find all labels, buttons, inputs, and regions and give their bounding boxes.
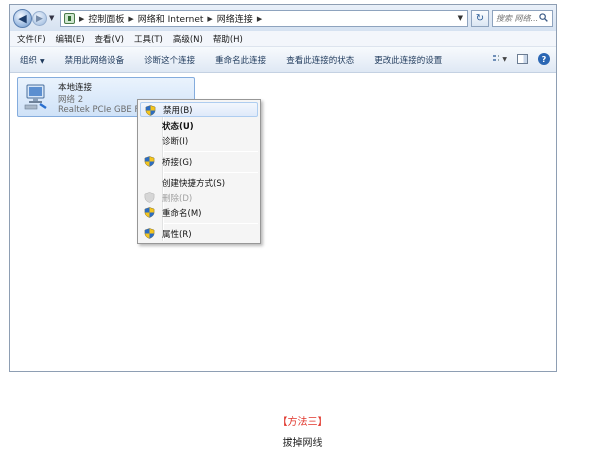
ctx-bridge[interactable]: 桥接(G)	[140, 154, 258, 169]
refresh-icon: ↻	[475, 13, 485, 24]
breadcrumb-network-connections[interactable]: 网络连接	[217, 12, 253, 25]
file-list-area[interactable]: 本地连接 网络 2 Realtek PCIe GBE Fa	[10, 73, 556, 371]
disable-device-button[interactable]: 禁用此网络设备	[65, 54, 125, 66]
view-status-button[interactable]: 查看此连接的状态	[286, 54, 354, 66]
ctx-status[interactable]: 状态(U)	[140, 118, 258, 133]
uac-shield-icon	[144, 192, 155, 203]
preview-pane-icon[interactable]	[517, 54, 528, 64]
ctx-disable-label: 禁用(B)	[163, 105, 193, 116]
menu-advanced[interactable]: 高级(N)	[173, 33, 203, 45]
context-menu: 禁用(B) 状态(U) 诊断(I) 桥接(G) 创建快捷方式(S) 删除(D) …	[137, 99, 261, 244]
rename-button[interactable]: 重命名此连接	[215, 54, 266, 66]
ctx-bridge-label: 桥接(G)	[162, 157, 193, 168]
breadcrumb-network-internet[interactable]: 网络和 Internet	[138, 12, 204, 25]
organize-label: 组织	[20, 55, 38, 66]
chevron-right-icon[interactable]: ▶	[128, 15, 133, 23]
ctx-status-label: 状态(U)	[162, 121, 194, 132]
chevron-right-icon[interactable]: ▶	[79, 15, 84, 23]
refresh-button[interactable]: ↻	[471, 10, 489, 27]
method-title: 【方法三】	[277, 417, 328, 428]
menu-view[interactable]: 查看(V)	[95, 33, 124, 45]
ctx-properties[interactable]: 属性(R)	[140, 226, 258, 241]
ctx-rename[interactable]: 重命名(M)	[140, 205, 258, 220]
method-text: 拔掉网线	[282, 438, 323, 449]
uac-shield-icon	[144, 228, 155, 239]
back-button[interactable]: ◀	[13, 9, 32, 28]
connection-network: 网络 2	[58, 95, 84, 105]
address-field[interactable]: ▶ 控制面板 ▶ 网络和 Internet ▶ 网络连接 ▶ ▼	[60, 10, 468, 27]
diagnose-button[interactable]: 诊断这个连接	[144, 54, 195, 66]
history-dropdown-icon[interactable]: ▼	[49, 14, 54, 22]
view-list-icon	[493, 54, 500, 64]
ctx-create-shortcut-label: 创建快捷方式(S)	[162, 178, 226, 189]
ctx-rename-label: 重命名(M)	[162, 208, 202, 219]
search-input[interactable]	[496, 14, 540, 23]
menu-file[interactable]: 文件(F)	[17, 33, 46, 45]
forward-button[interactable]: ▶	[32, 11, 47, 26]
chevron-down-icon: ▼	[40, 57, 45, 65]
menu-tools[interactable]: 工具(T)	[134, 33, 163, 45]
explorer-window: ◀ ▶ ▼ ▶ 控制面板 ▶ 网络和 Internet ▶ 网络连接 ▶ ▼ ↻…	[9, 4, 557, 372]
uac-shield-icon	[145, 105, 156, 116]
search-box[interactable]	[492, 10, 553, 27]
chevron-down-icon: ▼	[502, 55, 507, 63]
command-bar-tools: ▼ ?	[493, 53, 550, 65]
uac-shield-icon	[144, 207, 155, 218]
breadcrumb-control-panel[interactable]: 控制面板	[88, 12, 124, 25]
search-icon[interactable]	[539, 13, 548, 22]
control-panel-icon	[64, 13, 75, 24]
command-bar: 组织 ▼ 禁用此网络设备 诊断这个连接 重命名此连接 查看此连接的状态 更改此连接…	[10, 47, 556, 73]
change-view-button[interactable]: ▼	[493, 53, 507, 65]
address-bar: ◀ ▶ ▼ ▶ 控制面板 ▶ 网络和 Internet ▶ 网络连接 ▶ ▼ ↻	[10, 5, 556, 31]
uac-shield-icon	[144, 156, 155, 167]
ctx-diagnose[interactable]: 诊断(I)	[140, 133, 258, 148]
ctx-delete-label: 删除(D)	[162, 193, 193, 204]
organize-button[interactable]: 组织 ▼	[20, 54, 45, 66]
ctx-properties-label: 属性(R)	[162, 229, 192, 240]
address-dropdown-icon[interactable]: ▼	[458, 14, 463, 22]
ctx-disable[interactable]: 禁用(B)	[140, 102, 258, 117]
help-icon[interactable]: ?	[538, 53, 550, 65]
connection-name: 本地连接	[58, 83, 93, 93]
ctx-separator	[164, 151, 258, 152]
network-adapter-icon	[24, 84, 47, 110]
chevron-right-icon[interactable]: ▶	[207, 15, 212, 23]
connection-device: Realtek PCIe GBE Fa	[58, 105, 144, 115]
menu-help[interactable]: 帮助(H)	[213, 33, 243, 45]
ctx-create-shortcut[interactable]: 创建快捷方式(S)	[140, 175, 258, 190]
ctx-separator	[164, 223, 258, 224]
menu-edit[interactable]: 编辑(E)	[56, 33, 85, 45]
ctx-separator	[164, 172, 258, 173]
chevron-right-icon[interactable]: ▶	[257, 15, 262, 23]
ctx-delete: 删除(D)	[140, 190, 258, 205]
change-settings-button[interactable]: 更改此连接的设置	[374, 54, 442, 66]
ctx-diagnose-label: 诊断(I)	[162, 136, 189, 147]
menu-bar: 文件(F) 编辑(E) 查看(V) 工具(T) 高级(N) 帮助(H)	[10, 31, 556, 47]
